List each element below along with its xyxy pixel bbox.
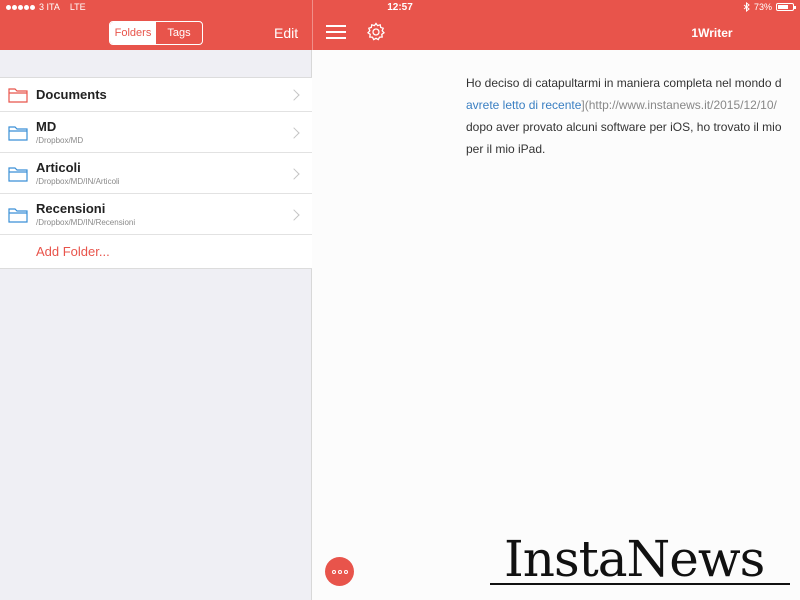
folder-name: Articoli <box>36 160 81 175</box>
segment-folders[interactable]: Folders <box>110 22 156 44</box>
folders-tags-segmented-control[interactable]: Folders Tags <box>109 21 203 45</box>
markdown-link-text[interactable]: avrete letto di recente <box>466 98 581 112</box>
folder-row-documents[interactable]: Documents <box>0 78 312 112</box>
gear-icon[interactable] <box>366 22 386 42</box>
more-options-button[interactable] <box>325 557 354 586</box>
editor-line: Ho deciso di catapultarmi in maniera com… <box>466 76 782 90</box>
folder-row-md[interactable]: MD /Dropbox/MD <box>0 112 312 153</box>
watermark-text: InstaNews <box>504 530 765 588</box>
header-divider <box>312 0 313 50</box>
sidebar: Documents MD /Dropbox/MD Articoli /Dropb… <box>0 50 312 600</box>
watermark-underline <box>490 583 790 585</box>
folder-name: Documents <box>36 87 107 102</box>
add-folder-button[interactable]: Add Folder... <box>0 235 312 268</box>
folder-row-recensioni[interactable]: Recensioni /Dropbox/MD/IN/Recensioni <box>0 194 312 235</box>
editor-pane[interactable]: Ho deciso di catapultarmi in maniera com… <box>313 50 800 600</box>
dot-icon <box>331 569 336 574</box>
chevron-right-icon <box>288 89 300 101</box>
bluetooth-icon <box>743 2 750 12</box>
folder-name: Recensioni <box>36 201 106 216</box>
chevron-right-icon <box>288 168 300 180</box>
instanews-watermark: InstaNews <box>490 530 790 590</box>
battery-percent: 73% <box>753 2 772 12</box>
editor-line: per il mio iPad. <box>466 142 546 156</box>
folder-list: Documents MD /Dropbox/MD Articoli /Dropb… <box>0 77 312 269</box>
editor-text[interactable]: Ho deciso di catapultarmi in maniera com… <box>466 72 800 160</box>
folder-path: /Dropbox/MD/IN/Articoli <box>36 177 120 186</box>
battery-icon <box>776 3 796 11</box>
folder-path: /Dropbox/MD <box>36 136 84 145</box>
folder-row-articoli[interactable]: Articoli /Dropbox/MD/IN/Articoli <box>0 153 312 194</box>
dot-icon <box>337 569 342 574</box>
top-bar: 3 ITA LTE 12:57 73% Folders Tags Edit 1W… <box>0 0 800 50</box>
chevron-right-icon <box>288 127 300 139</box>
folder-name: MD <box>36 119 57 134</box>
chevron-right-icon <box>288 209 300 221</box>
markdown-link-url: ](http://www.instanews.it/2015/12/10/ <box>581 98 777 112</box>
folder-icon <box>8 126 28 141</box>
folder-path: /Dropbox/MD/IN/Recensioni <box>36 218 136 227</box>
editor-line: dopo aver provato alcuni software per iO… <box>466 120 782 134</box>
app-title: 1Writer <box>691 26 733 40</box>
add-folder-label: Add Folder... <box>36 244 110 259</box>
status-time: 12:57 <box>387 2 413 13</box>
status-right: 73% <box>743 2 796 12</box>
folder-icon <box>8 88 28 103</box>
dot-icon <box>343 569 348 574</box>
editor-line: avrete letto di recente](http://www.inst… <box>466 94 800 116</box>
hamburger-icon[interactable] <box>326 25 346 40</box>
segment-tags[interactable]: Tags <box>156 22 202 44</box>
edit-button[interactable]: Edit <box>274 25 298 41</box>
folder-icon <box>8 208 28 223</box>
folder-icon <box>8 167 28 182</box>
